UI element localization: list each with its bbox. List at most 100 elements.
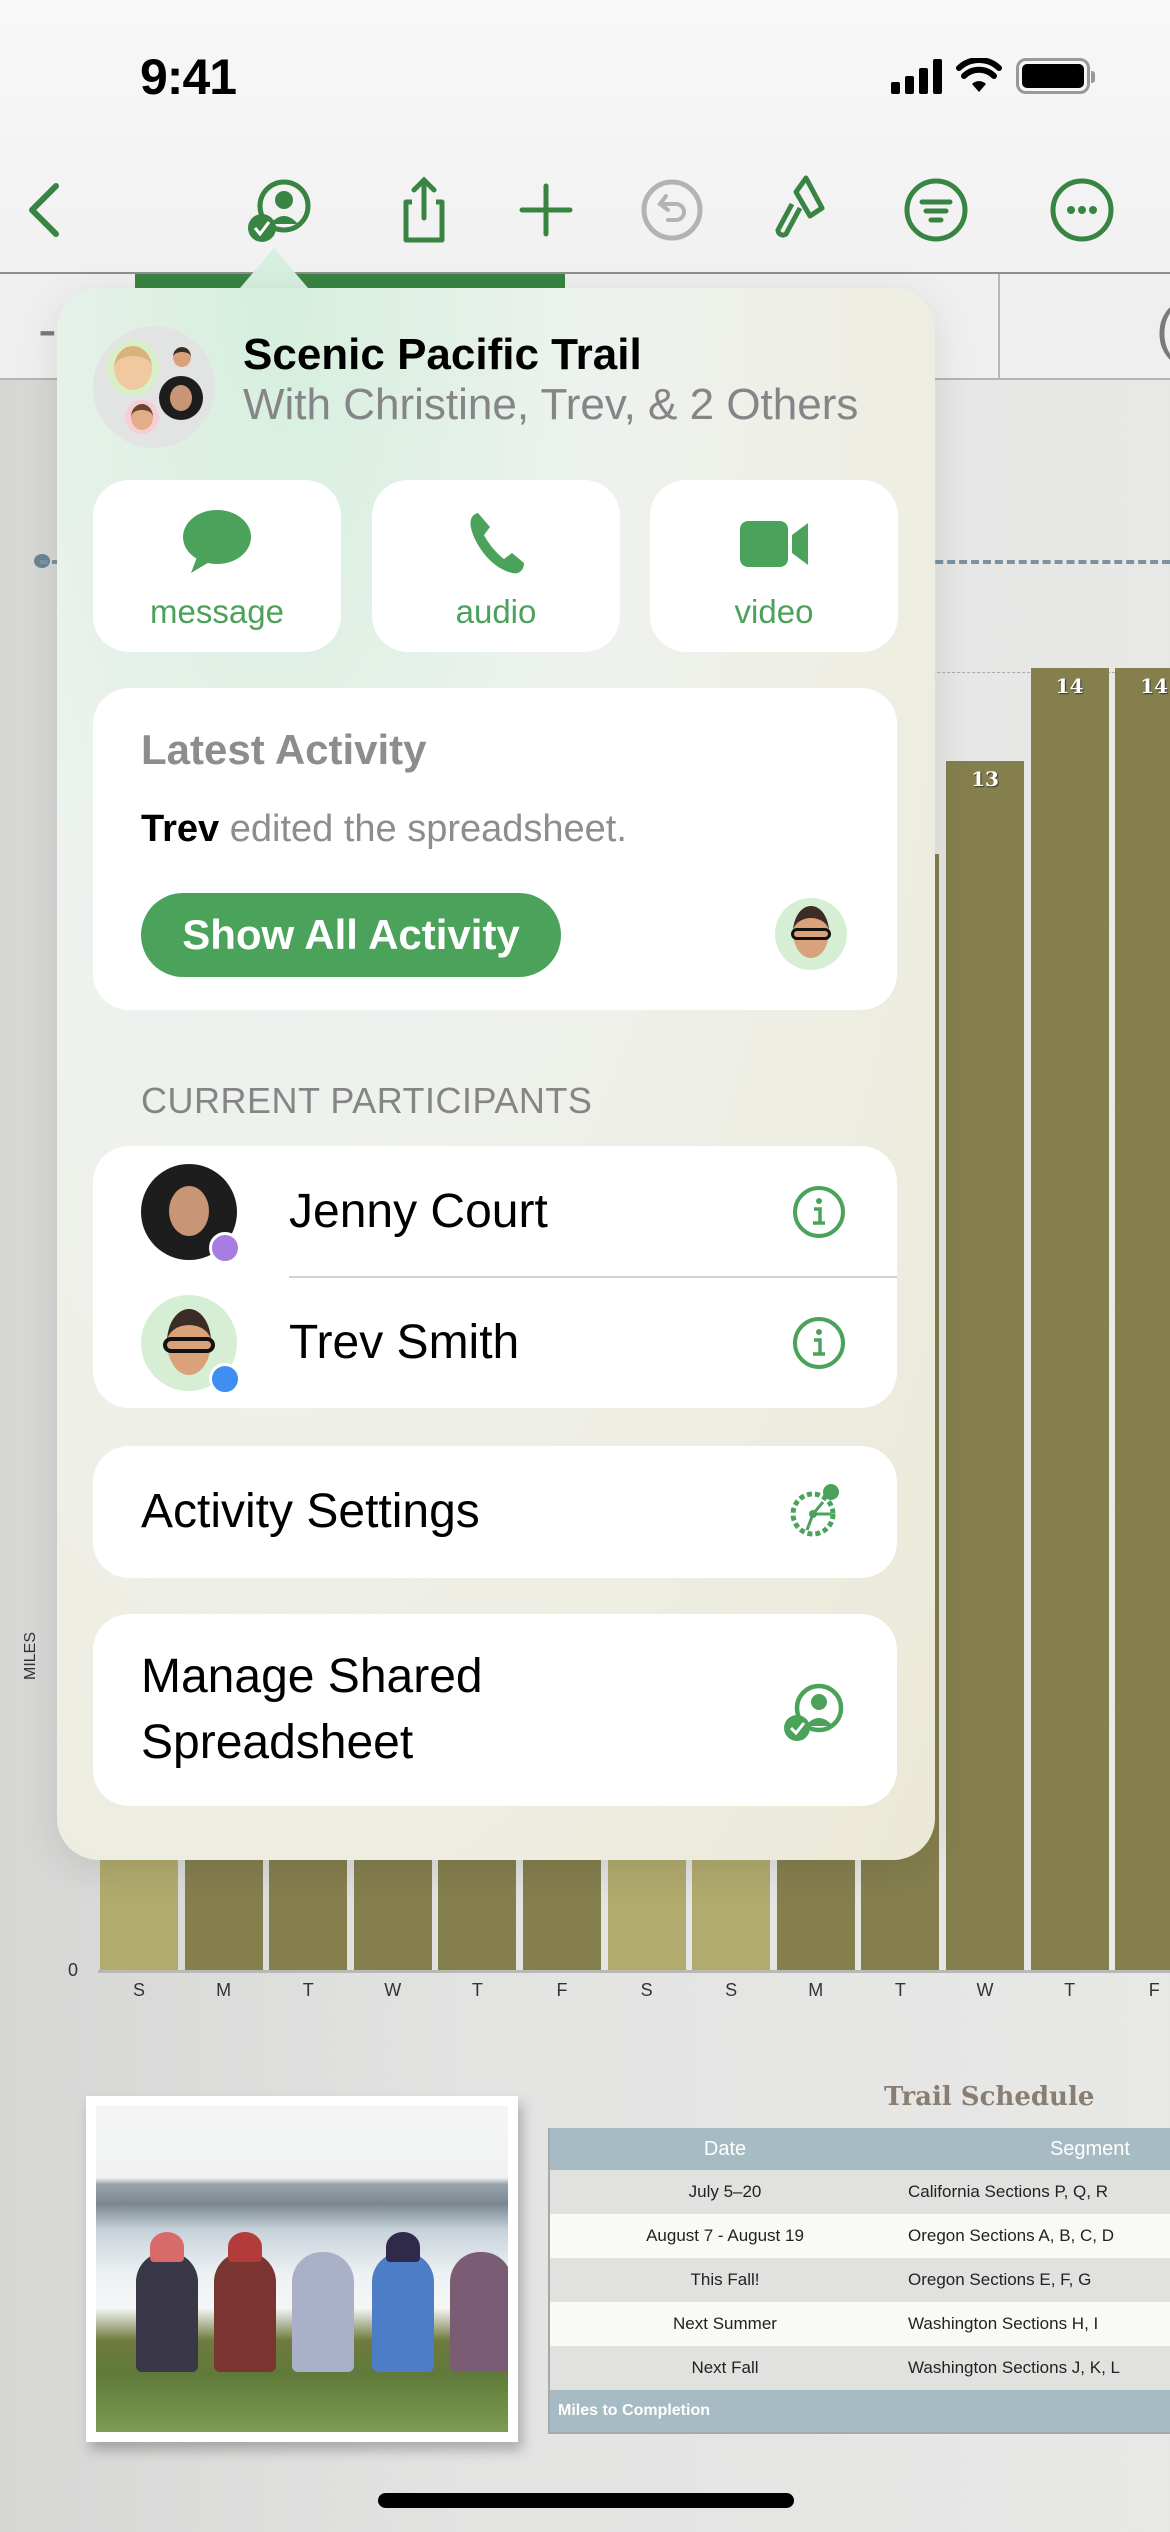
tab-divider xyxy=(998,274,1000,380)
table-footer: Miles to Completion xyxy=(550,2390,1170,2434)
collaboration-button[interactable] xyxy=(240,170,320,250)
participants-header: CURRENT PARTICIPANTS xyxy=(141,1080,593,1121)
bar-data-label: 13 xyxy=(971,767,999,791)
x-axis-line xyxy=(98,1970,1170,1973)
participant-jenny-court[interactable]: Jenny Court xyxy=(93,1146,897,1278)
table-row[interactable]: Next Fall Washington Sections J, K, L xyxy=(550,2346,1170,2390)
x-tick-label: F xyxy=(1148,1980,1160,2000)
y-axis-title: MILES xyxy=(22,1631,39,1680)
table-row[interactable]: July 5–20 California Sections P, Q, R xyxy=(550,2170,1170,2214)
format-button[interactable] xyxy=(762,170,842,250)
share-icon xyxy=(403,176,445,243)
trail-schedule-title: Trail Schedule xyxy=(884,2082,1095,2112)
table-row[interactable]: This Fall! Oregon Sections E, F, G xyxy=(550,2258,1170,2302)
paintbrush-icon xyxy=(775,175,825,238)
photo-hat xyxy=(150,2232,184,2262)
back-button[interactable] xyxy=(6,170,86,250)
navigation-bar: 9:41 xyxy=(0,0,1170,272)
table-row[interactable]: August 7 - August 19 Oregon Sections A, … xyxy=(550,2214,1170,2258)
audio-button[interactable]: audio xyxy=(372,480,620,652)
organize-button[interactable] xyxy=(896,170,976,250)
manage-shared-spreadsheet-button[interactable]: Manage Shared Spreadsheet xyxy=(93,1614,897,1806)
photo-hat xyxy=(228,2232,262,2262)
avatar-jenny-small xyxy=(159,376,203,420)
chart-bar[interactable]: 14 xyxy=(1030,668,1109,1970)
filter-lines-icon xyxy=(904,178,968,242)
cell-date: Next Summer xyxy=(673,2314,777,2333)
tab-partial[interactable]: - xyxy=(38,296,57,361)
popover-title: Scenic Pacific Trail xyxy=(243,330,642,379)
cell-segment: California Sections P, Q, R xyxy=(908,2182,1108,2201)
undo-icon xyxy=(641,179,703,241)
home-indicator[interactable] xyxy=(378,2493,794,2508)
avatar-trev-small xyxy=(169,344,195,370)
bar-data-label: 14 xyxy=(1140,674,1169,698)
status-dot xyxy=(209,1232,241,1264)
tab-partial[interactable]: ( xyxy=(1156,296,1170,361)
photo-person xyxy=(450,2252,508,2372)
info-icon[interactable] xyxy=(791,1184,847,1240)
shared-person-check-icon xyxy=(248,179,311,242)
x-tick-label: T xyxy=(1064,1980,1076,2000)
undo-button[interactable] xyxy=(632,170,712,250)
bar-data-label: 14 xyxy=(1055,674,1084,698)
video-button[interactable]: video xyxy=(650,480,898,652)
photo-person xyxy=(136,2252,198,2372)
status-time: 9:41 xyxy=(140,49,237,105)
avatar-other xyxy=(125,400,159,434)
table-header: Date Segment xyxy=(550,2128,1170,2170)
show-all-activity-button[interactable]: Show All Activity xyxy=(141,893,561,977)
x-tick-label: M xyxy=(216,1980,232,2000)
y-tick-label: 0 xyxy=(68,1960,79,1980)
photo-hat xyxy=(386,2232,420,2262)
message-bubble-icon xyxy=(183,510,251,573)
trail-schedule-table[interactable]: Date Segment July 5–20 California Sectio… xyxy=(548,2128,1170,2434)
photo-person xyxy=(372,2252,434,2372)
ellipsis-icon xyxy=(1050,178,1114,242)
group-avatar xyxy=(93,326,215,448)
x-tick-label: W xyxy=(384,1980,402,2000)
info-icon[interactable] xyxy=(791,1315,847,1371)
x-tick-label: F xyxy=(556,1980,568,2000)
collaboration-popover: Scenic Pacific Trail With Christine, Tre… xyxy=(57,288,935,1860)
share-button[interactable] xyxy=(384,170,464,250)
x-tick-label: M xyxy=(808,1980,824,2000)
plus-icon xyxy=(519,183,573,237)
chart-bar[interactable]: 13 xyxy=(946,761,1024,1970)
cell-date: July 5–20 xyxy=(688,2182,762,2201)
activity-avatar-trev xyxy=(775,898,847,970)
status-icons xyxy=(891,58,1095,94)
chart-bar[interactable]: 14 xyxy=(1115,668,1170,1970)
header-date: Date xyxy=(703,2137,747,2160)
video-label: video xyxy=(734,593,814,630)
add-button[interactable] xyxy=(506,170,586,250)
x-tick-label: T xyxy=(302,1980,314,2000)
more-button[interactable] xyxy=(1042,170,1122,250)
participant-name: Trev Smith xyxy=(289,1316,520,1369)
cell-date: This Fall! xyxy=(690,2270,760,2289)
audio-label: audio xyxy=(455,593,537,630)
active-tab-indicator xyxy=(135,274,565,288)
cell-date: Next Fall xyxy=(691,2358,759,2377)
x-tick-label: S xyxy=(640,1980,653,2000)
status-dot xyxy=(209,1363,241,1395)
hikers-photo[interactable] xyxy=(86,2096,518,2442)
popover-arrow xyxy=(240,248,308,288)
activity-description: edited the spreadsheet. xyxy=(219,808,627,850)
latest-activity-card: Latest Activity Trev edited the spreadsh… xyxy=(93,688,897,1010)
latest-activity-title: Latest Activity xyxy=(141,726,427,773)
x-tick-label: W xyxy=(976,1980,994,2000)
activity-settings-button[interactable]: Activity Settings xyxy=(93,1446,897,1578)
x-tick-label: S xyxy=(725,1980,738,2000)
cellular-signal-icon xyxy=(891,58,942,94)
latest-activity-text: Trev edited the spreadsheet. xyxy=(141,808,627,851)
wifi-icon xyxy=(956,58,1002,92)
participant-trev-smith[interactable]: Trev Smith xyxy=(93,1277,897,1408)
table-row[interactable]: Next Summer Washington Sections H, I xyxy=(550,2302,1170,2346)
message-button[interactable]: message xyxy=(93,480,341,652)
popover-subtitle: With Christine, Trev, & 2 Others xyxy=(243,380,859,429)
x-tick-label: T xyxy=(894,1980,906,2000)
activity-actor: Trev xyxy=(141,808,220,850)
phone-icon xyxy=(470,513,524,574)
cell-segment: Washington Sections H, I xyxy=(908,2314,1099,2333)
